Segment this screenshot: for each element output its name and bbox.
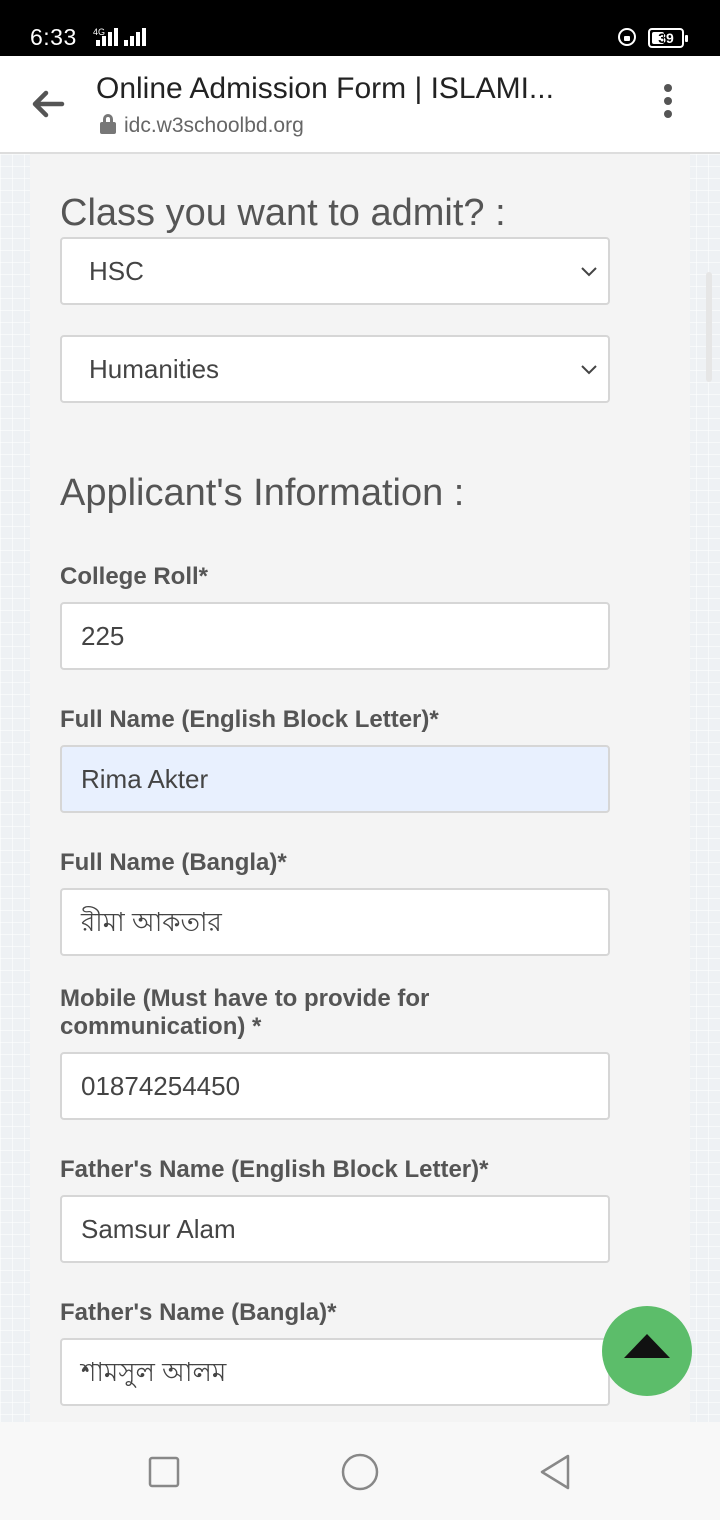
rotation-lock-icon (618, 28, 636, 46)
class-select-value: HSC (89, 256, 144, 286)
full-name-english-input[interactable]: Rima Akter (60, 745, 610, 813)
more-vert-icon[interactable] (656, 84, 680, 124)
page-title: Online Admission Form | ISLAMI... (96, 72, 554, 105)
signal-icon (96, 28, 120, 46)
class-heading: Class you want to admit? : (60, 192, 506, 234)
arrow-up-icon (624, 1334, 670, 1358)
page-content[interactable]: Class you want to admit? : HSC Humanitie… (0, 154, 720, 1422)
url-bar[interactable]: idc.w3schoolbd.org (100, 114, 304, 138)
chevron-down-icon (581, 365, 597, 375)
recent-apps-icon[interactable] (144, 1452, 184, 1492)
class-select[interactable]: HSC (60, 237, 610, 305)
mobile-input[interactable]: 01874254450 (60, 1052, 610, 1120)
chevron-down-icon (581, 267, 597, 277)
college-roll-input[interactable]: 225 (60, 602, 610, 670)
scroll-top-button[interactable] (602, 1306, 692, 1396)
group-select[interactable]: Humanities (60, 335, 610, 403)
scrollbar[interactable] (706, 272, 712, 382)
navigation-bar (0, 1422, 720, 1520)
full-name-bangla-label: Full Name (Bangla)* (60, 849, 287, 876)
status-time: 6:33 (30, 24, 77, 50)
url-text: idc.w3schoolbd.org (124, 114, 304, 137)
status-bar: 6:33 4G 39 (0, 0, 720, 56)
signal-icon (124, 28, 148, 46)
father-name-bangla-input[interactable]: শামসুল আলম (60, 1338, 610, 1406)
group-select-value: Humanities (89, 354, 220, 384)
applicant-heading: Applicant's Information : (60, 472, 465, 514)
father-name-bangla-label: Father's Name (Bangla)* (60, 1299, 337, 1326)
battery-level: 39 (658, 30, 674, 46)
browser-toolbar: Online Admission Form | ISLAMI... idc.w3… (0, 56, 720, 154)
full-name-english-label: Full Name (English Block Letter)* (60, 706, 439, 733)
back-icon[interactable] (536, 1452, 576, 1492)
home-icon[interactable] (340, 1452, 380, 1492)
father-name-english-label: Father's Name (English Block Letter)* (60, 1156, 489, 1183)
mobile-label: Mobile (Must have to provide for communi… (60, 985, 430, 1040)
college-roll-label: College Roll* (60, 563, 209, 590)
father-name-english-input[interactable]: Samsur Alam (60, 1195, 610, 1263)
full-name-bangla-input[interactable]: রীমা আকতার (60, 888, 610, 956)
lock-icon (100, 114, 116, 134)
back-arrow-icon[interactable] (28, 84, 68, 124)
battery-icon: 39 (648, 28, 688, 48)
